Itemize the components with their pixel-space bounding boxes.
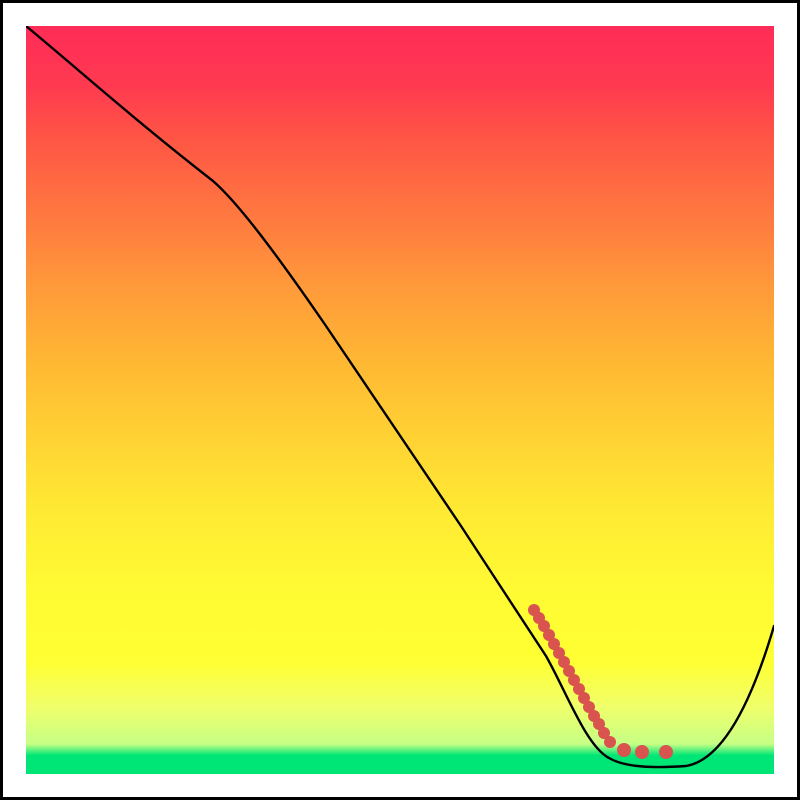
watermark-text: TheBottleneck.com	[614, 0, 800, 1]
curve-line	[26, 26, 774, 767]
plot-area	[26, 26, 774, 774]
chart-overlay	[26, 26, 774, 774]
chart-container: TheBottleneck.com	[0, 0, 800, 800]
highlight-markers	[528, 604, 673, 759]
